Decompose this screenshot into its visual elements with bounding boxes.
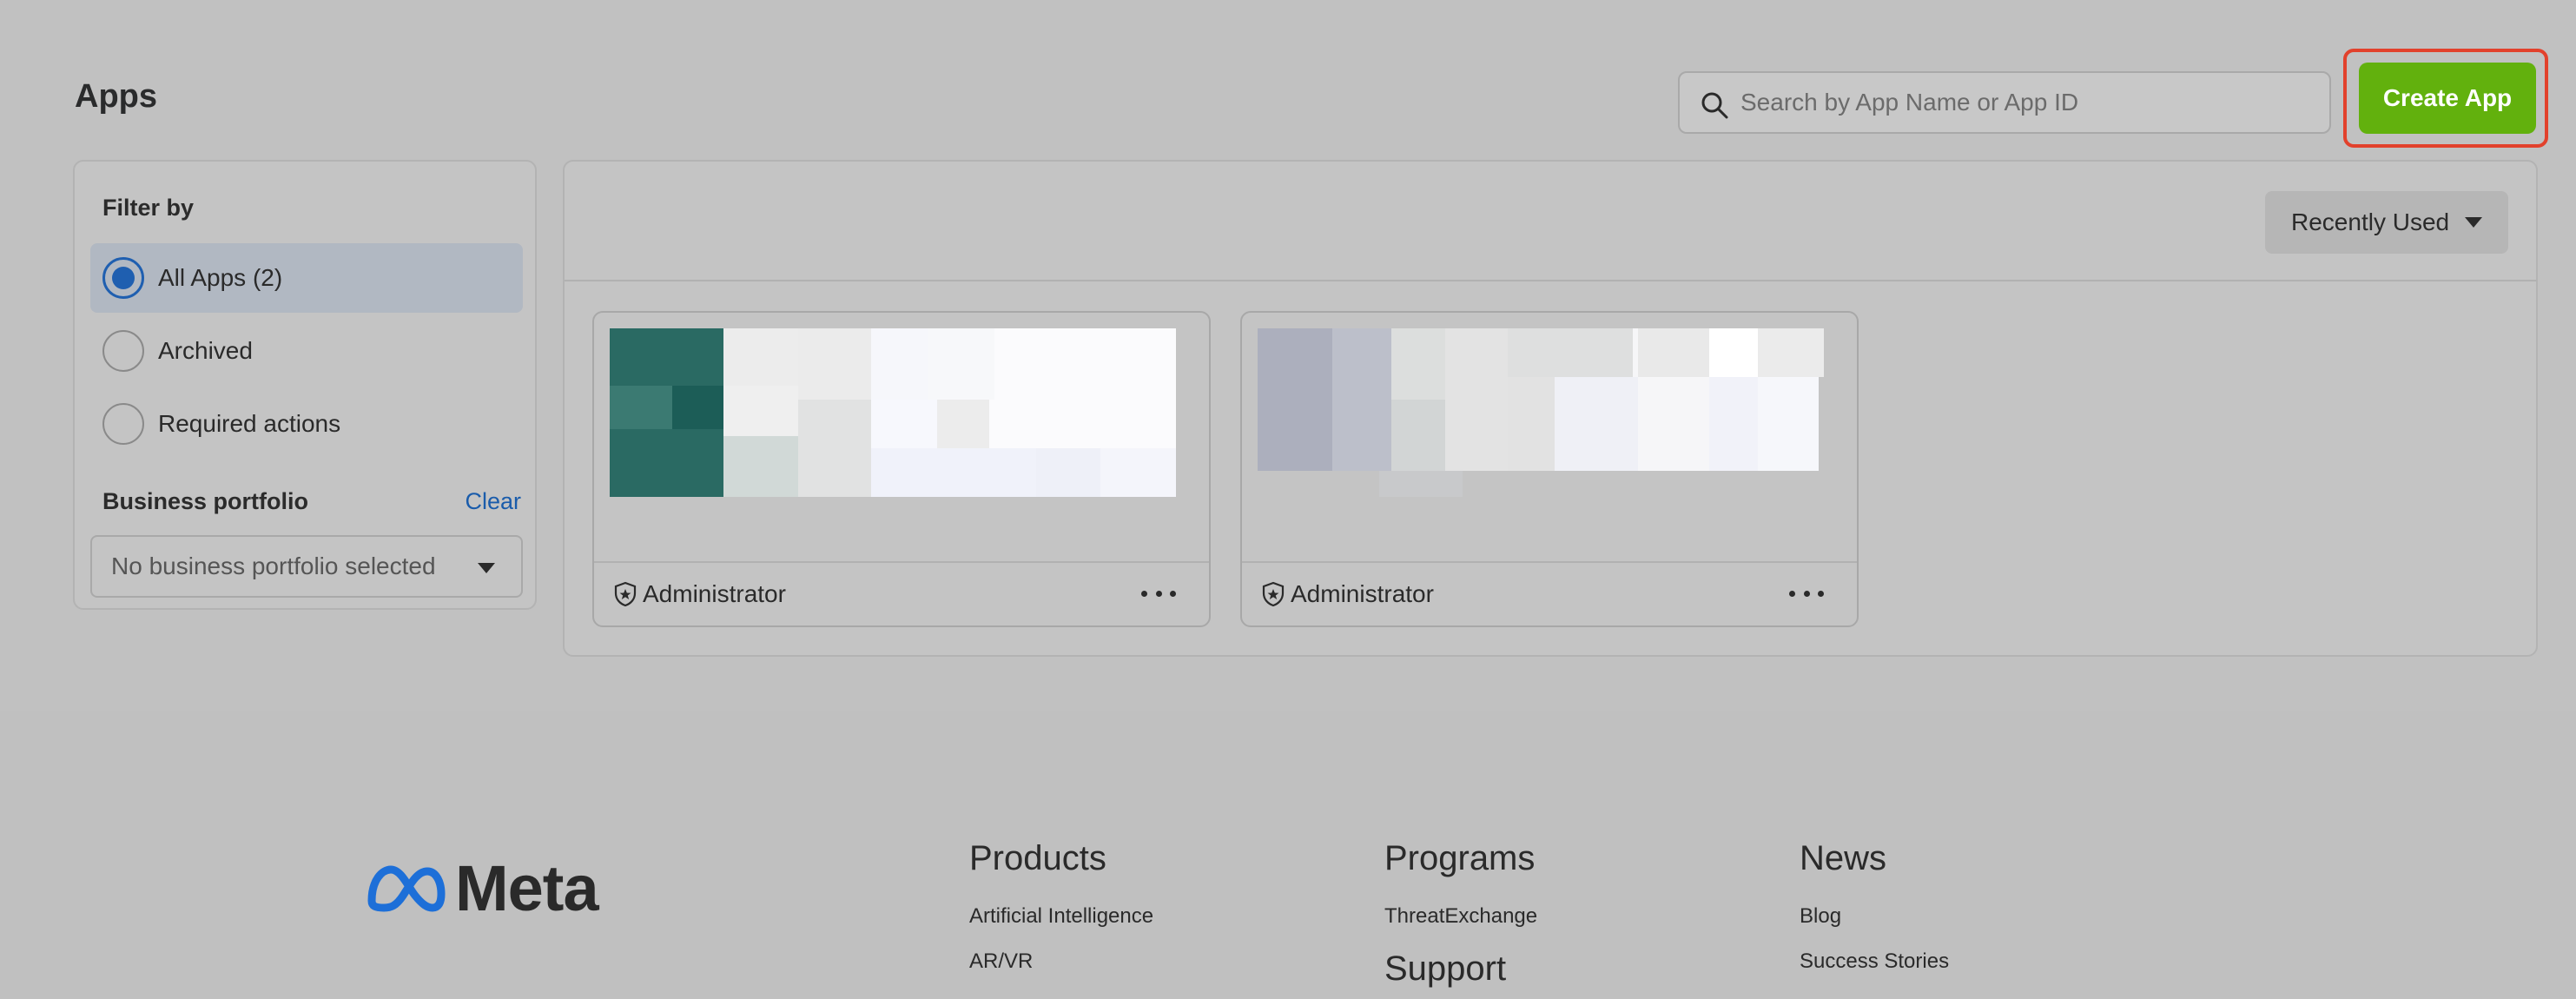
radio-unselected-icon[interactable] — [102, 403, 144, 445]
business-portfolio-title: Business portfolio — [102, 488, 309, 514]
footer-column-programs: Programs ThreatExchange Support — [1384, 839, 1537, 989]
clear-link[interactable]: Clear — [465, 488, 521, 515]
filter-option-label: Archived — [158, 337, 253, 364]
search-icon — [1701, 92, 1728, 119]
app-thumbnail — [1258, 328, 1824, 497]
footer-heading: Products — [969, 839, 1106, 877]
create-app-button[interactable]: Create App — [2359, 63, 2536, 134]
footer-link[interactable]: ThreatExchange — [1384, 904, 1537, 929]
search-input[interactable] — [1740, 76, 2314, 129]
business-portfolio-select[interactable]: No business portfolio selected — [90, 535, 523, 598]
filter-option-label: Required actions — [158, 410, 341, 437]
apps-toolbar: Recently Used — [565, 162, 2536, 281]
filter-option-required-actions[interactable]: Required actions — [90, 389, 523, 459]
app-role-label: Administrator — [1291, 580, 1434, 607]
app-card-footer: Administrator — [594, 561, 1209, 625]
more-options-icon[interactable] — [1141, 580, 1176, 606]
site-footer: Meta Products Artificial Intelligence AR… — [0, 711, 2576, 999]
page-title: Apps — [75, 78, 157, 115]
search-box[interactable] — [1678, 71, 2331, 134]
footer-link[interactable]: Blog — [1800, 904, 1949, 929]
filter-option-all-apps[interactable]: All Apps (2) — [90, 243, 523, 313]
apps-panel: Recently Used Administrator Administrato… — [563, 160, 2538, 657]
admin-shield-icon — [1262, 581, 1285, 607]
app-thumbnail — [610, 328, 1176, 497]
admin-shield-icon — [614, 581, 637, 607]
app-card-footer: Administrator — [1242, 561, 1857, 625]
filter-option-archived[interactable]: Archived — [90, 316, 523, 386]
more-options-icon[interactable] — [1789, 580, 1824, 606]
radio-selected-icon[interactable] — [102, 257, 144, 299]
filter-title: Filter by — [102, 195, 195, 221]
meta-infinity-icon — [367, 865, 446, 911]
footer-heading: Support — [1384, 949, 1507, 988]
sort-dropdown[interactable]: Recently Used — [2265, 191, 2508, 254]
app-card[interactable]: Administrator — [592, 311, 1211, 627]
app-role-label: Administrator — [643, 580, 786, 607]
chevron-down-icon — [2465, 217, 2482, 228]
chevron-down-icon — [478, 563, 495, 573]
app-card[interactable]: Administrator — [1240, 311, 1859, 627]
footer-heading: Programs — [1384, 839, 1536, 877]
sort-label: Recently Used — [2291, 208, 2450, 235]
footer-heading: News — [1800, 839, 1887, 877]
radio-unselected-icon[interactable] — [102, 330, 144, 372]
filter-panel: Filter by All Apps (2) Archived Required… — [73, 160, 537, 610]
portfolio-select-value: No business portfolio selected — [111, 552, 436, 579]
meta-wordmark: Meta — [455, 852, 599, 924]
apps-dashboard: Apps Create App Filter by All Apps (2) A… — [0, 0, 2576, 711]
footer-column-products: Products Artificial Intelligence AR/VR — [969, 839, 1153, 995]
footer-link[interactable]: AR/VR — [969, 949, 1153, 974]
blurred-app-image — [610, 328, 1176, 497]
blurred-app-image — [1258, 328, 1824, 497]
filter-option-label: All Apps (2) — [158, 264, 283, 291]
footer-link[interactable]: Artificial Intelligence — [969, 904, 1153, 929]
footer-column-news: News Blog Success Stories — [1800, 839, 1949, 995]
footer-link[interactable]: Success Stories — [1800, 949, 1949, 974]
meta-logo[interactable]: Meta — [363, 851, 599, 925]
